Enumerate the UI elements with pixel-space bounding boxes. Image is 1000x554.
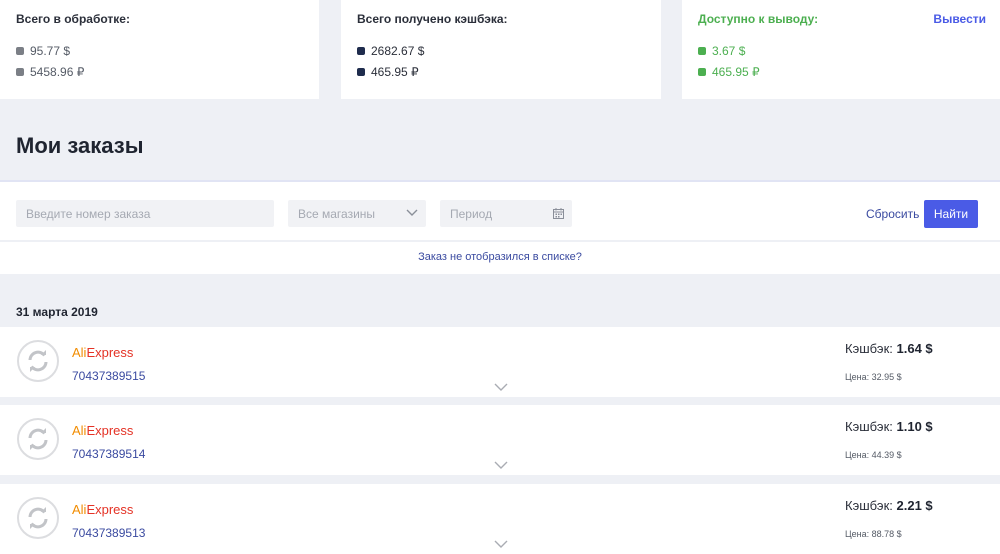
missing-order-bar: Заказ не отобразился в списке? [0,242,1000,274]
period-placeholder: Период [450,206,493,221]
date-heading: 31 марта 2019 [16,305,98,319]
cashback-label: Кэшбэк: [845,341,893,356]
green-dot-icon [698,68,706,76]
refresh-icon [17,497,59,539]
received-rub: 465.95 ₽ [357,65,419,79]
cashback-label: Кэшбэк: [845,498,893,513]
processing-rub-value: 5458.96 ₽ [30,65,85,79]
order-row[interactable]: AliExpress 70437389513 Кэшбэк: 2.21 $ Це… [0,484,1000,554]
withdraw-link[interactable]: Вывести [933,12,986,26]
navy-dot-icon [357,47,365,55]
page-title: Мои заказы [16,133,144,158]
received-usd-value: 2682.67 $ [371,44,425,58]
order-row[interactable]: AliExpress 70437389515 Кэшбэк: 1.64 $ Це… [0,327,1000,397]
calendar-icon [553,208,564,219]
received-card: Всего получено кэшбэка: 2682.67 $ 465.95… [341,0,661,99]
order-number[interactable]: 70437389514 [72,447,145,461]
store-name: AliExpress [72,502,133,517]
gray-dot-icon [16,47,24,55]
cashback-value: 2.21 $ [896,498,933,513]
cashback-amount: Кэшбэк: 1.10 $ [845,419,933,434]
store-name: AliExpress [72,345,133,360]
cashback-amount: Кэшбэк: 1.64 $ [845,341,933,356]
chevron-down-icon[interactable] [494,539,508,549]
cashback-label: Кэшбэк: [845,419,893,434]
store-name-ali: Ali [72,423,87,438]
chevron-down-icon[interactable] [494,382,508,392]
received-title: Всего получено кэшбэка: [357,12,508,26]
period-input[interactable]: Период [440,200,572,227]
store-name: AliExpress [72,423,133,438]
chevron-down-icon[interactable] [494,460,508,470]
order-number-input[interactable]: Введите номер заказа [16,200,274,227]
available-rub-value: 465.95 ₽ [712,65,760,79]
cashback-value: 1.64 $ [896,341,933,356]
navy-dot-icon [357,68,365,76]
filter-bar: Введите номер заказа Все магазины Период… [0,180,1000,240]
store-name-express: Express [86,423,134,438]
available-rub: 465.95 ₽ [698,65,760,79]
cashback-summary: Всего в обработке: 95.77 $ 5458.96 ₽ Все… [0,0,1000,99]
order-price: Цена: 88.78 $ [845,529,902,539]
processing-usd: 95.77 $ [16,44,70,58]
order-number[interactable]: 70437389513 [72,526,145,540]
processing-usd-value: 95.77 $ [30,44,71,58]
available-usd: 3.67 $ [698,44,745,58]
refresh-icon [17,418,59,460]
cashback-amount: Кэшбэк: 2.21 $ [845,498,933,513]
find-button[interactable]: Найти [924,200,978,228]
refresh-icon [17,340,59,382]
store-name-ali: Ali [72,502,87,517]
shops-select-value: Все магазины [298,206,376,221]
store-name-ali: Ali [72,345,87,360]
green-dot-icon [698,47,706,55]
processing-card: Всего в обработке: 95.77 $ 5458.96 ₽ [0,0,319,99]
store-name-express: Express [86,502,134,517]
cashback-value: 1.10 $ [896,419,933,434]
available-usd-value: 3.67 $ [712,44,746,58]
processing-rub: 5458.96 ₽ [16,65,84,79]
processing-title: Всего в обработке: [16,12,130,26]
store-name-express: Express [86,345,134,360]
missing-order-link[interactable]: Заказ не отобразился в списке? [0,251,1000,263]
order-row[interactable]: AliExpress 70437389514 Кэшбэк: 1.10 $ Це… [0,405,1000,475]
shops-select[interactable]: Все магазины [288,200,426,227]
received-usd: 2682.67 $ [357,44,424,58]
gray-dot-icon [16,68,24,76]
available-title: Доступно к выводу: [698,12,819,26]
reset-button[interactable]: Сбросить [866,207,919,221]
chevron-down-icon [406,209,418,216]
order-price: Цена: 32.95 $ [845,372,902,382]
order-price: Цена: 44.39 $ [845,450,902,460]
available-card: Доступно к выводу: Вывести 3.67 $ 465.95… [682,0,1000,99]
order-number[interactable]: 70437389515 [72,369,145,383]
received-rub-value: 465.95 ₽ [371,65,419,79]
